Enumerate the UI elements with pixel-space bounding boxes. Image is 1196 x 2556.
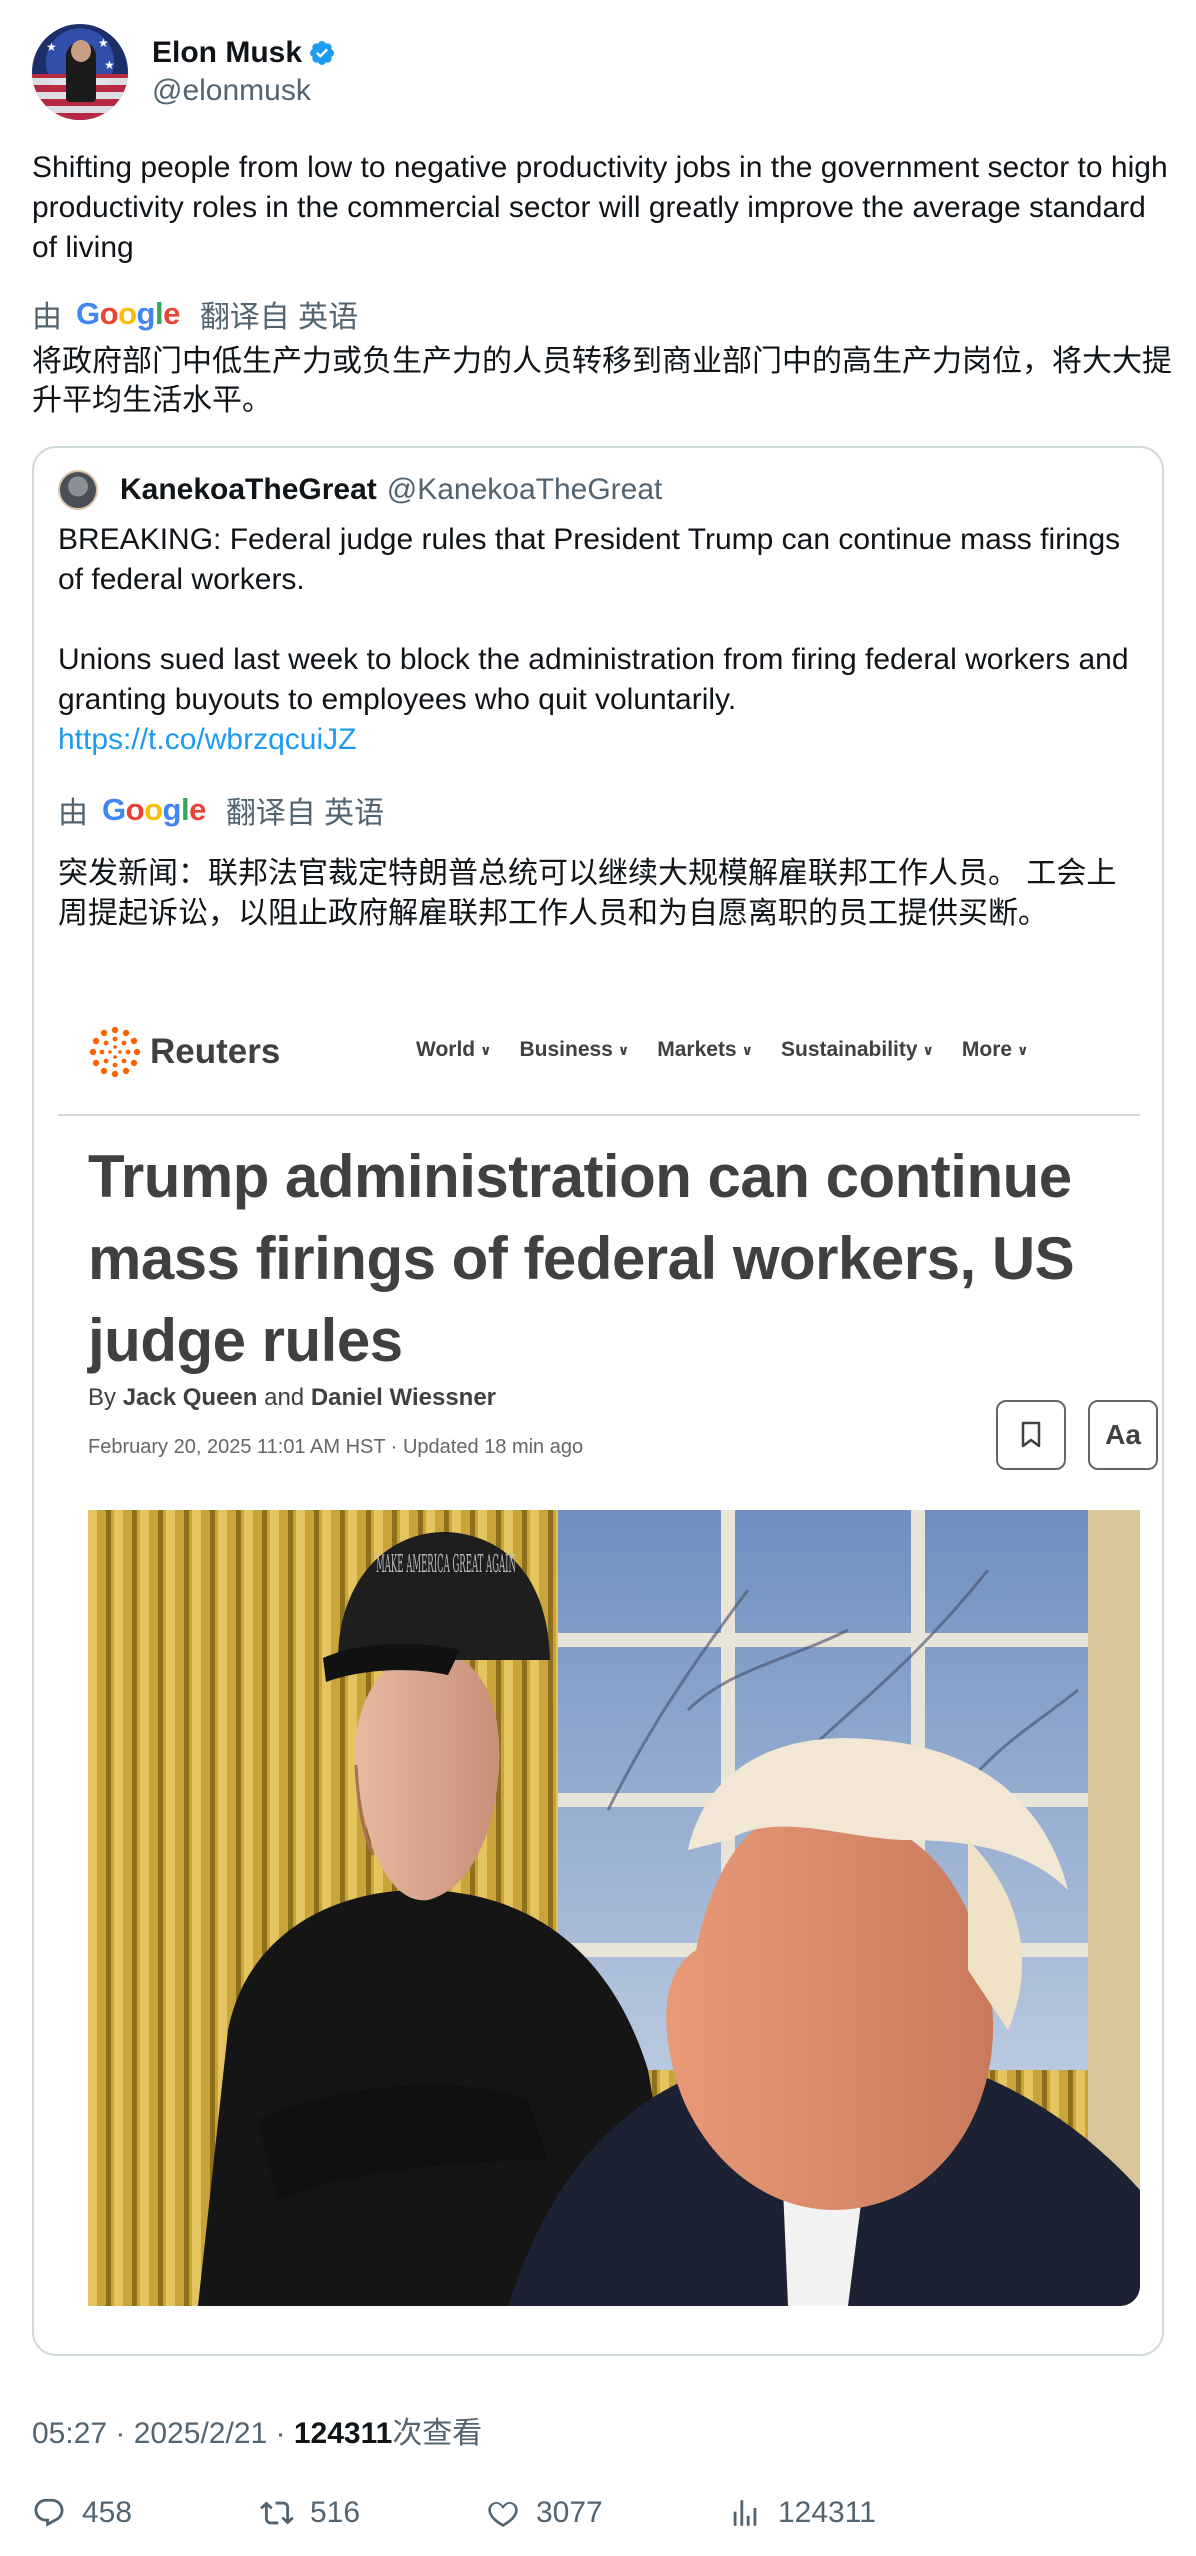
reuters-brand: Reuters: [150, 1032, 281, 1071]
like-button[interactable]: 3077: [486, 2496, 603, 2530]
translation-source-label: 翻译自 英语: [225, 797, 385, 830]
chevron-down-icon: ∨: [922, 1041, 934, 1058]
tweet-actions: 458 516 3077 124311: [32, 2496, 1172, 2546]
google-logo: Google: [76, 296, 180, 331]
article-image[interactable]: Reuters World ∨ Business ∨ Markets ∨ Sustai…: [58, 996, 1158, 2334]
reply-count: 458: [82, 2496, 133, 2529]
author-avatar[interactable]: ★ ★ ★: [32, 24, 128, 120]
translation-source-label: 翻译自 英语: [199, 301, 359, 334]
bookmark-icon: [996, 1400, 1066, 1470]
star-icon: ★: [98, 36, 109, 50]
tweet-text: Shifting people from low to negative pro…: [32, 151, 1168, 264]
tweet-meta: 05:27 · 2025/2/21 · 124311次查看: [32, 2408, 482, 2452]
quoted-author-handle[interactable]: @KanekoaTheGreat: [387, 473, 663, 507]
chevron-down-icon: ∨: [480, 1041, 492, 1058]
translation-attribution: 由 Google 翻译自 英语: [32, 292, 358, 336]
nav-world: World ∨: [416, 1038, 492, 1061]
nav-markets: Markets ∨: [657, 1038, 753, 1061]
translation-by-label: 由: [32, 301, 62, 334]
nav-sustainability: Sustainability ∨: [781, 1038, 934, 1061]
article-byline: By Jack Queen and Daniel Wiessner: [88, 1384, 497, 1411]
nav-business: Business ∨: [519, 1038, 630, 1061]
reply-icon: [34, 2498, 64, 2527]
heart-icon: [488, 2501, 518, 2527]
reuters-navbar: Reuters World ∨ Business ∨ Markets ∨ Sustai…: [88, 1026, 1118, 1078]
hat-text: MAKE AMERICA GREAT AGAIN: [376, 1550, 516, 1578]
quoted-tweet[interactable]: KanekoaTheGreat @KanekoaTheGreat BREAKIN…: [32, 446, 1164, 2356]
byline-author: Jack Queen: [122, 1384, 258, 1411]
divider: [58, 1114, 1140, 1116]
repost-count: 516: [310, 2496, 361, 2529]
star-icon: ★: [46, 40, 57, 54]
google-logo: Google: [102, 792, 206, 827]
reuters-nav: World ∨ Business ∨ Markets ∨ Sustainability…: [416, 1038, 1056, 1062]
quoted-tweet-link[interactable]: https://t.co/wbrzqcuiJZ: [58, 720, 1138, 760]
chevron-down-icon: ∨: [1017, 1041, 1029, 1058]
view-count: 124311: [293, 2417, 393, 2450]
quoted-translated-text: 突发新闻：联邦法官裁定特朗普总统可以继续大规模解雇联邦工作人员。 工会上周提起诉…: [58, 857, 1117, 930]
article-dateline: February 20, 2025 11:01 AM HST · Updated…: [88, 1436, 584, 1458]
nav-more: More ∨: [961, 1038, 1029, 1061]
views-label: 次查看: [392, 2417, 483, 2450]
byline-author: Daniel Wiessner: [310, 1384, 497, 1411]
text-size-button: Aa: [1088, 1400, 1158, 1470]
article-photo: MAKE AMERICA GREAT AGAIN: [88, 1510, 1140, 2306]
quoted-author-avatar[interactable]: [58, 470, 98, 510]
chevron-down-icon: ∨: [741, 1041, 753, 1058]
quoted-translation-attribution: 由 Google 翻译自 英语: [58, 788, 384, 832]
author-display-name[interactable]: Elon Musk: [152, 34, 302, 72]
quoted-paragraph: BREAKING: Federal judge rules that Presi…: [58, 523, 1121, 596]
translation-by-label: 由: [58, 797, 88, 830]
quoted-tweet-header: KanekoaTheGreat @KanekoaTheGreat: [58, 470, 662, 510]
reply-button[interactable]: 458: [32, 2496, 132, 2530]
author-handle[interactable]: @elonmusk: [152, 72, 336, 110]
tweet-timestamp[interactable]: 05:27 · 2025/2/21 ·: [32, 2417, 294, 2450]
tweet-header: ★ ★ ★ Elon Musk @elonmusk: [32, 24, 336, 120]
quoted-tweet-text: BREAKING: Federal judge rules that Presi…: [58, 520, 1138, 760]
verified-badge-icon: [310, 41, 334, 65]
views-count: 124311: [778, 2496, 876, 2529]
reuters-logo: Reuters: [88, 1025, 280, 1079]
translated-tweet-text: 将政府部门中低生产力或负生产力的人员转移到商业部门中的高生产力岗位，将大大提升平…: [32, 345, 1172, 417]
analytics-icon: [733, 2500, 757, 2526]
repost-icon: [260, 2501, 294, 2525]
chevron-down-icon: ∨: [617, 1041, 630, 1058]
like-count: 3077: [536, 2496, 603, 2529]
star-icon: ★: [104, 58, 115, 72]
reuters-dots-icon: [89, 1026, 141, 1078]
repost-button[interactable]: 516: [260, 2496, 360, 2530]
quoted-author-name[interactable]: KanekoaTheGreat: [120, 473, 377, 507]
quoted-paragraph: Unions sued last week to block the admin…: [58, 643, 1129, 716]
article-headline: Trump administration can continue mass f…: [88, 1143, 1075, 1374]
views-button[interactable]: 124311: [728, 2496, 876, 2530]
